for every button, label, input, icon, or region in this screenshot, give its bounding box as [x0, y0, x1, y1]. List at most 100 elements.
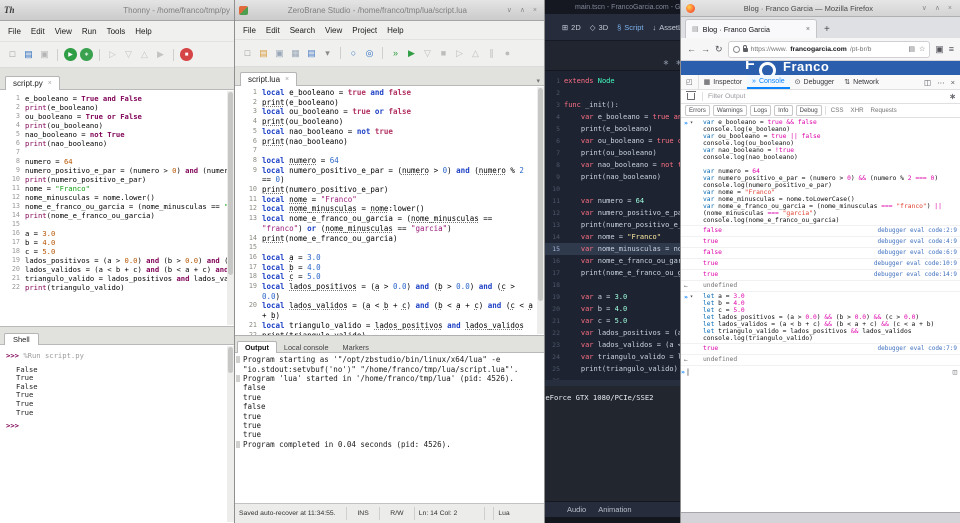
godot-output-panel[interactable]: GeForce GTX 1080/PCIe/SSE2	[545, 386, 690, 501]
stop-icon[interactable]: ■	[437, 47, 450, 60]
collapse-caret-icon[interactable]: ▾	[690, 120, 693, 127]
filter-input[interactable]	[708, 93, 944, 100]
thonny-titlebar[interactable]: Th Thonny - /home/franco/tmp/py	[0, 0, 234, 21]
bookmark-star-icon[interactable]: ☆	[919, 45, 925, 53]
debug-script-icon[interactable]: ∗	[80, 48, 93, 61]
recent-projects-icon[interactable]: ▾	[321, 47, 334, 60]
devtools-tab-network[interactable]: ⇅Network	[839, 75, 884, 89]
forward-icon[interactable]: →	[701, 44, 710, 54]
bottom-panel-animation[interactable]: Animation	[598, 505, 631, 514]
console-output[interactable]: »▾var e_booleano = true && false console…	[681, 118, 960, 512]
save-all-icon[interactable]: ▦	[289, 47, 302, 60]
start-debugging-icon[interactable]: »	[389, 47, 402, 60]
reader-mode-icon[interactable]: ▤	[908, 45, 915, 53]
menu-help[interactable]: Help	[130, 27, 156, 36]
window-buttons[interactable]: ∨ ∧ ×	[922, 4, 955, 12]
gdscript-editor[interactable]: 1extends Node2 3func _init():4 var e_boo…	[545, 71, 690, 380]
log-location[interactable]: debugger eval code:6:9	[878, 249, 957, 257]
menu-edit[interactable]: Edit	[261, 26, 285, 35]
firefox-titlebar[interactable]: Blog · Franco Garcia — Mozilla Firefox ∨…	[681, 0, 960, 17]
filter-info[interactable]: Info	[774, 105, 792, 116]
find-icon[interactable]: ○	[347, 47, 360, 60]
menu-file[interactable]: File	[238, 26, 261, 35]
scrollbar-thumb[interactable]	[228, 92, 233, 275]
filter-requests[interactable]: Requests	[869, 107, 899, 114]
console-input-line[interactable]: »|◫	[681, 366, 960, 378]
editor-scrollbar[interactable]	[227, 91, 234, 325]
filter-debug[interactable]: Debug	[796, 105, 822, 116]
filter-warnings[interactable]: Warnings	[713, 105, 747, 116]
find-in-files-icon[interactable]: ◎	[363, 47, 376, 60]
devtools-tab-console[interactable]: »Console	[747, 75, 790, 89]
devtools-tab-debugger[interactable]: ⊙Debugger	[790, 75, 840, 89]
filter-errors[interactable]: Errors	[685, 105, 710, 116]
step-out-icon[interactable]: △	[138, 48, 151, 61]
browser-tab[interactable]: ▤ Blog · Franco Garcia ×	[685, 19, 817, 38]
panel-tab-markers[interactable]: Markers	[336, 342, 376, 353]
scrollbar-thumb[interactable]	[228, 347, 233, 373]
tab-shell[interactable]: Shell	[4, 333, 39, 345]
console-settings-icon[interactable]: ∗	[949, 92, 956, 101]
filter-logs[interactable]: Logs	[750, 105, 771, 116]
save-file-icon[interactable]: ▣	[273, 47, 286, 60]
float-panel-icon[interactable]: ∗	[663, 58, 670, 67]
menu-run[interactable]: Run	[77, 27, 102, 36]
menu-hamburger-icon[interactable]: ≡	[949, 44, 954, 54]
menu-help[interactable]: Help	[382, 26, 408, 35]
menu-view[interactable]: View	[320, 26, 347, 35]
close-devtools-icon[interactable]: ×	[951, 78, 955, 87]
workspace-script[interactable]: §Script	[617, 23, 643, 32]
devtools-options-icon[interactable]: ⋯	[937, 78, 945, 87]
menu-file[interactable]: File	[3, 27, 26, 36]
run-script-icon[interactable]: ▶	[64, 48, 77, 61]
clear-console-icon[interactable]	[687, 93, 695, 100]
step-over-icon[interactable]: ▷	[453, 47, 466, 60]
toggle-breakpoint-icon[interactable]: ●	[501, 47, 514, 60]
new-file-icon[interactable]: □	[241, 47, 254, 60]
log-location[interactable]: debugger eval code:14:9	[874, 271, 957, 279]
filter-xhr[interactable]: XHR	[848, 107, 865, 114]
step-into-icon[interactable]: ▽	[421, 47, 434, 60]
tab-list-dropdown-icon[interactable]: ▾	[536, 77, 544, 85]
close-icon[interactable]: ×	[48, 80, 52, 87]
workspace-2d[interactable]: ⊞2D	[562, 23, 581, 32]
shell-panel[interactable]: >>> %Run script.py FalseTrueFalseTrueTru…	[0, 345, 234, 523]
reload-icon[interactable]: ↻	[715, 44, 723, 55]
tab-script-py[interactable]: script.py ×	[5, 76, 60, 90]
output-panel[interactable]: Program starting as '"/opt/zbstudio/bin/…	[235, 353, 544, 503]
bottom-panel-audio[interactable]: Audio	[567, 505, 586, 514]
new-tab-button[interactable]: +	[824, 24, 830, 38]
zerobrane-titlebar[interactable]: ZeroBrane Studio - /home/franco/tmp/lua/…	[235, 0, 544, 21]
menu-tools[interactable]: Tools	[102, 27, 131, 36]
filter-css[interactable]: CSS	[829, 107, 846, 114]
python-editor[interactable]: 1e_booleano = True and False2print(e_boo…	[0, 90, 234, 326]
collapse-caret-icon[interactable]: ▾	[690, 294, 693, 301]
back-icon[interactable]: ←	[687, 44, 696, 54]
editor-scrollbar[interactable]	[537, 87, 544, 334]
stop-icon[interactable]: ■	[180, 48, 193, 61]
menu-project[interactable]: Project	[347, 26, 382, 35]
workspace-3d[interactable]: ◇3D	[590, 23, 608, 32]
menu-edit[interactable]: Edit	[26, 27, 50, 36]
pick-element-icon[interactable]: ◰	[681, 75, 699, 89]
window-buttons[interactable]: ∨ ∧ ×	[507, 6, 540, 14]
tab-script-lua[interactable]: script.lua ×	[240, 72, 297, 86]
pause-icon[interactable]: ∥	[485, 47, 498, 60]
resume-icon[interactable]: ▶	[154, 48, 167, 61]
tracking-shield-icon[interactable]: ▣	[935, 44, 944, 55]
scrollbar-thumb[interactable]	[538, 88, 543, 301]
url-bar[interactable]: https://www.francogarcia.com/pt-br/b ▤ ☆	[728, 41, 931, 58]
split-console-icon[interactable]: ◫	[953, 368, 957, 376]
project-dir-icon[interactable]: ▤	[305, 47, 318, 60]
log-location[interactable]: debugger eval code:7:9	[878, 345, 957, 353]
save-file-icon[interactable]: ▣	[38, 48, 51, 61]
site-info-icon[interactable]	[733, 46, 740, 53]
close-icon[interactable]: ×	[806, 26, 810, 33]
log-location[interactable]: debugger eval code:2:9	[878, 227, 957, 235]
open-file-icon[interactable]: ▤	[257, 47, 270, 60]
devtools-tab-inspector[interactable]: ▦Inspector	[699, 75, 747, 89]
step-over-icon[interactable]: ▷	[106, 48, 119, 61]
open-file-icon[interactable]: ▤	[22, 48, 35, 61]
step-out-icon[interactable]: △	[469, 47, 482, 60]
new-file-icon[interactable]: □	[6, 48, 19, 61]
